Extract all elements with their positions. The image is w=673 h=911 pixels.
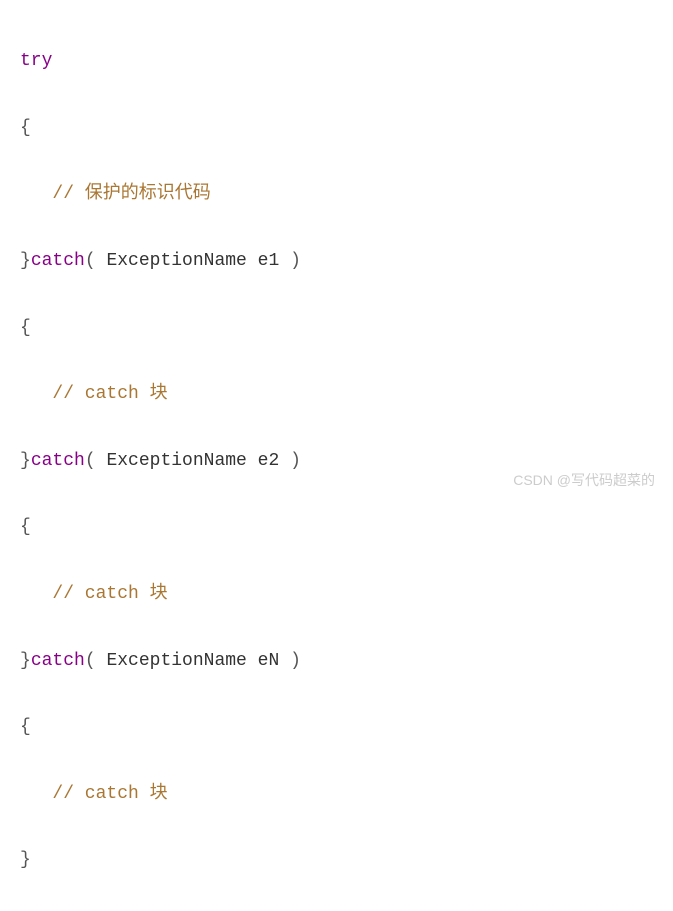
exception-type: ExceptionName <box>106 651 246 671</box>
code-comment: // catch 块 <box>52 384 167 404</box>
code-line: // catch 块 <box>20 778 653 811</box>
exception-type: ExceptionName <box>106 251 246 271</box>
brace-open: { <box>20 118 31 138</box>
paren-open: ( <box>85 451 107 471</box>
brace-close: } <box>20 451 31 471</box>
code-line: // 保护的标识代码 <box>20 178 653 211</box>
code-line: { <box>20 112 653 145</box>
brace-close: } <box>20 251 31 271</box>
code-line: // catch 块 <box>20 578 653 611</box>
code-line: { <box>20 511 653 544</box>
brace-open: { <box>20 318 31 338</box>
exception-var: e1 <box>247 251 279 271</box>
brace-close: } <box>20 651 31 671</box>
code-line: { <box>20 312 653 345</box>
paren-close: ) <box>279 451 301 471</box>
brace-open: { <box>20 717 31 737</box>
code-line: { <box>20 711 653 744</box>
code-line: }catch( ExceptionName e1 ) <box>20 245 653 278</box>
code-snippet: try { // 保护的标识代码 }catch( ExceptionName e… <box>20 12 653 911</box>
code-line: // catch 块 <box>20 378 653 411</box>
keyword-catch: catch <box>31 651 85 671</box>
keyword-catch: catch <box>31 451 85 471</box>
brace-close: } <box>20 850 31 870</box>
keyword-catch: catch <box>31 251 85 271</box>
exception-var: e2 <box>247 451 279 471</box>
paren-close: ) <box>279 251 301 271</box>
paren-close: ) <box>279 651 301 671</box>
exception-type: ExceptionName <box>106 451 246 471</box>
paren-open: ( <box>85 251 107 271</box>
keyword-try: try <box>20 51 52 71</box>
code-line: } <box>20 844 653 877</box>
paren-open: ( <box>85 651 107 671</box>
brace-open: { <box>20 517 31 537</box>
code-comment: // catch 块 <box>52 784 167 804</box>
code-line: }catch( ExceptionName eN ) <box>20 645 653 678</box>
code-comment: // catch 块 <box>52 584 167 604</box>
exception-var: eN <box>247 651 279 671</box>
code-comment: // 保护的标识代码 <box>52 184 210 204</box>
watermark-text: CSDN @写代码超菜的 <box>513 468 655 494</box>
code-line: try <box>20 45 653 78</box>
